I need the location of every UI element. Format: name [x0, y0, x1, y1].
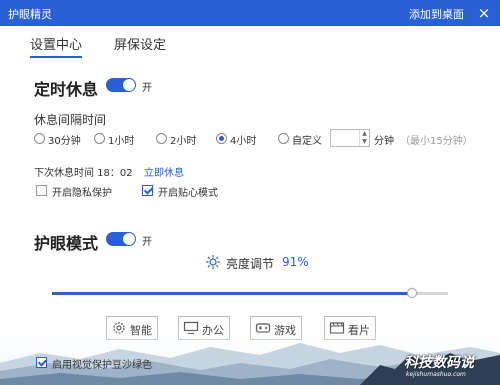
- brightness-slider[interactable]: [52, 288, 448, 298]
- rest-timer-toggle-label: 开: [142, 83, 152, 94]
- rest-timer-toggle[interactable]: [106, 78, 136, 92]
- rest-now-link[interactable]: 立即休息: [144, 164, 184, 179]
- sun-icon: [206, 255, 220, 269]
- radio-2hour-label: 2小时: [170, 136, 197, 147]
- close-button[interactable]: ×: [474, 3, 494, 23]
- slider-thumb[interactable]: [407, 288, 418, 298]
- next-rest-time: 下次休息时间 18：02: [34, 168, 133, 179]
- radio-30min-label: 30分钟: [48, 136, 81, 147]
- radio-4hour[interactable]: [216, 133, 227, 144]
- interval-heading: 休息间隔时间: [34, 113, 107, 127]
- tab-settings-center[interactable]: 设置中心: [30, 34, 83, 58]
- watermark-logo-text: 科技数码说: [404, 355, 474, 371]
- brightness-label: 亮度调节: [226, 257, 275, 271]
- eye-mode-title: 护眼模式: [34, 234, 99, 253]
- watermark-url: kejishumashuo.com: [406, 371, 466, 378]
- tab-screensaver-settings[interactable]: 屏保设定: [114, 34, 166, 53]
- title-bar: 护眼精灵 添加到桌面 ×: [0, 0, 500, 26]
- radio-1hour-label: 1小时: [108, 136, 135, 147]
- rest-timer-title: 定时休息: [34, 80, 99, 99]
- toggle-knob: [123, 233, 135, 245]
- radio-2hour[interactable]: [156, 133, 167, 144]
- slider-fill: [52, 292, 413, 295]
- custom-unit-label: 分钟: [374, 136, 394, 147]
- privacy-label: 开启隐私保护: [52, 188, 112, 199]
- tab-bar: 设置中心 屏保设定: [0, 34, 500, 58]
- window-title: 护眼精灵: [8, 8, 52, 21]
- privacy-checkbox[interactable]: [36, 185, 47, 196]
- add-to-desktop-link[interactable]: 添加到桌面: [409, 6, 464, 22]
- radio-4hour-label: 4小时: [230, 136, 257, 147]
- green-protect-label: 启用视觉保护豆沙绿色: [52, 360, 152, 371]
- eye-mode-toggle[interactable]: [106, 232, 136, 246]
- green-protect-checkbox[interactable]: [36, 357, 47, 368]
- care-mode-checkbox[interactable]: [142, 185, 153, 196]
- brightness-value: 91%: [282, 255, 309, 269]
- care-mode-label: 开启贴心模式: [158, 188, 218, 199]
- radio-custom[interactable]: [278, 133, 289, 144]
- toggle-knob: [123, 79, 135, 91]
- eye-mode-toggle-label: 开: [142, 237, 152, 248]
- custom-min-hint: （最小15分钟）: [400, 136, 473, 147]
- radio-30min[interactable]: [34, 133, 45, 144]
- minutes-stepper[interactable]: ▲ ▼: [359, 130, 369, 146]
- radio-1hour[interactable]: [94, 133, 105, 144]
- eye-care-window: 护眼精灵 添加到桌面 × 设置中心 屏保设定 定时休息 开 休息间隔时间 30分…: [0, 0, 500, 385]
- custom-minutes-input[interactable]: ▲ ▼: [330, 129, 370, 147]
- radio-custom-label: 自定义: [292, 136, 322, 147]
